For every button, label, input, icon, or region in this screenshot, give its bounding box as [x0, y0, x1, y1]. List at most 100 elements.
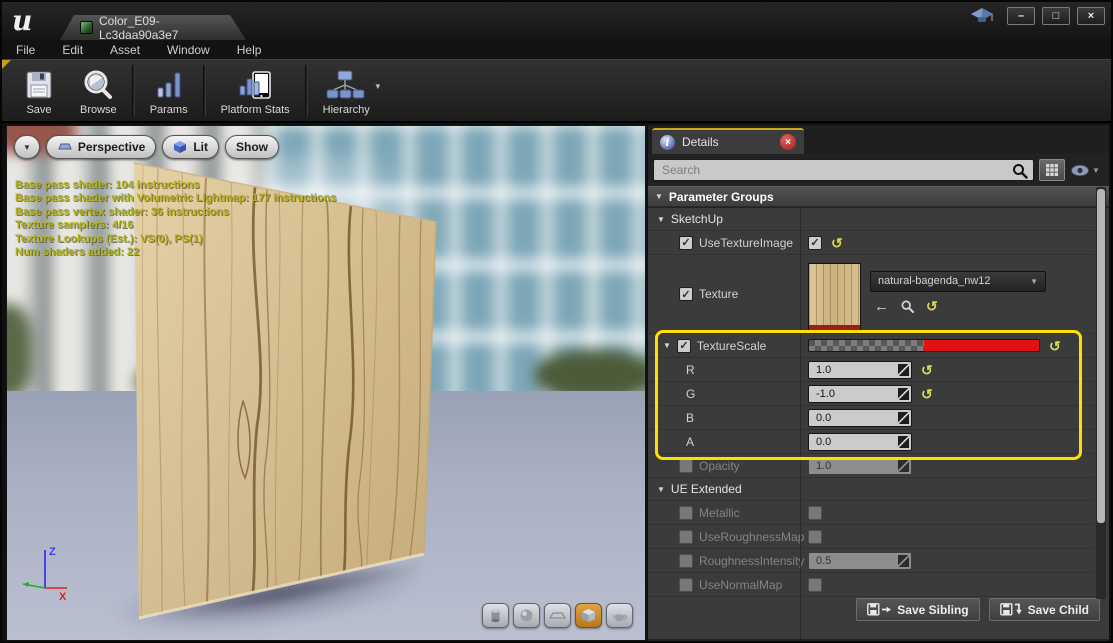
param-enable-checkbox[interactable] [679, 554, 693, 568]
param-label: UseNormalMap [699, 578, 782, 592]
value-checkbox[interactable]: ✓ [808, 236, 822, 250]
param-label: TextureScale [697, 339, 766, 353]
title-bar: u Color_E09-Lc3daa90a3e7 × – □ × [2, 2, 1111, 40]
display-filter-button[interactable] [1039, 159, 1065, 181]
expander-icon[interactable]: ▼ [663, 341, 671, 350]
menu-window[interactable]: Window [167, 43, 210, 57]
row-texture: ✓ Texture natural-bagenda_nw12 ▼ ← [648, 255, 1095, 334]
search-input[interactable] [654, 160, 1033, 180]
params-button[interactable]: Params [138, 60, 200, 121]
platform-stats-button[interactable]: Platform Stats [209, 60, 302, 121]
a-value-input[interactable]: 0.0 [808, 433, 912, 451]
viewport-options-button[interactable]: ▼ [14, 135, 40, 159]
tab-title: Color_E09-Lc3daa90a3e7 [99, 14, 227, 42]
reset-to-default-icon[interactable]: ↺ [831, 236, 843, 250]
details-tab[interactable]: i Details × [652, 128, 804, 154]
hierarchy-button[interactable]: Hierarchy ▼ [311, 60, 382, 121]
chevron-down-icon: ▼ [1092, 166, 1100, 175]
menu-file[interactable]: File [16, 43, 35, 57]
toolbar: Save Browse Params [2, 59, 1111, 123]
value-drag-icon [898, 555, 909, 567]
param-enable-checkbox[interactable]: ✓ [677, 339, 691, 353]
param-enable-checkbox[interactable]: ✓ [679, 236, 693, 250]
view-options-button[interactable]: ▼ [1070, 164, 1104, 177]
menu-edit[interactable]: Edit [62, 43, 83, 57]
shape-plane-button[interactable] [544, 603, 571, 628]
column-divider[interactable] [800, 208, 801, 639]
reset-to-default-icon[interactable]: ↺ [926, 299, 938, 313]
viewport-toolbar: ▼ Perspective Lit Show [14, 135, 279, 159]
grid-icon [1045, 163, 1059, 177]
save-child-label: Save Child [1028, 603, 1089, 617]
value-drag-icon[interactable] [898, 412, 909, 424]
menu-asset[interactable]: Asset [110, 43, 140, 57]
save-sibling-icon [867, 603, 891, 616]
browse-button[interactable]: Browse [68, 60, 129, 121]
maximize-button[interactable]: □ [1042, 7, 1070, 25]
value-drag-icon[interactable] [898, 364, 909, 376]
details-scrollbar[interactable] [1096, 187, 1106, 599]
lit-label: Lit [193, 140, 208, 154]
value-drag-icon[interactable] [898, 388, 909, 400]
row-roughness-intensity: RoughnessIntensity 0.5 [648, 549, 1095, 573]
group-row-ue-extended[interactable]: ▼ UE Extended [648, 478, 1095, 501]
b-value-input[interactable]: 0.0 [808, 409, 912, 427]
stats-line: Texture Lookups (Est.): VS(0), PS(1) [15, 233, 336, 246]
unreal-material-instance-editor: u Color_E09-Lc3daa90a3e7 × – □ × File Ed… [0, 0, 1113, 643]
perspective-button[interactable]: Perspective [46, 135, 156, 159]
material-asset-icon [80, 21, 93, 34]
param-enable-checkbox[interactable] [679, 459, 693, 473]
param-label: Metallic [699, 506, 740, 520]
asset-tab[interactable]: Color_E09-Lc3daa90a3e7 × [60, 15, 246, 40]
save-sibling-button[interactable]: Save Sibling [856, 598, 979, 621]
reset-to-default-icon[interactable]: ↺ [921, 387, 933, 401]
roughness-intensity-input[interactable]: 0.5 [808, 552, 912, 570]
tab-close-icon[interactable]: × [239, 21, 246, 35]
row-use-roughness-map: UseRoughnessMap [648, 525, 1095, 549]
preview-shape-buttons [482, 603, 633, 628]
shape-cylinder-button[interactable] [482, 603, 509, 628]
parameter-groups-header[interactable]: ▼ Parameter Groups [648, 186, 1109, 207]
shape-teapot-button[interactable] [606, 603, 633, 628]
channel-label: G [648, 387, 695, 401]
details-tab-close-icon[interactable]: × [780, 134, 796, 150]
value-checkbox[interactable] [808, 506, 822, 520]
browse-to-asset-icon[interactable] [901, 300, 914, 313]
row-texture-scale: ▼ ✓ TextureScale ↺ [648, 334, 1095, 358]
reset-to-default-icon[interactable]: ↺ [1049, 339, 1061, 353]
perspective-icon [57, 142, 72, 152]
value-checkbox[interactable] [808, 578, 822, 592]
hierarchy-dropdown-icon[interactable]: ▼ [374, 82, 382, 91]
r-value-input[interactable]: 1.0 [808, 361, 912, 379]
scrollbar-thumb[interactable] [1097, 189, 1105, 523]
texture-asset-dropdown[interactable]: natural-bagenda_nw12 ▼ [870, 271, 1046, 292]
save-button[interactable]: Save [10, 60, 68, 121]
vector-color-bar[interactable] [808, 339, 1040, 352]
tutorial-cap-icon[interactable] [970, 7, 994, 25]
shape-sphere-button[interactable] [513, 603, 540, 628]
params-label: Params [150, 104, 188, 116]
axis-x-label: X [59, 591, 67, 603]
lit-mode-button[interactable]: Lit [162, 135, 219, 159]
opacity-value-input[interactable]: 1.0 [808, 457, 912, 475]
material-preview-viewport[interactable]: ▼ Perspective Lit Show Ba [6, 125, 646, 641]
param-enable-checkbox[interactable]: ✓ [679, 287, 693, 301]
group-row-sketchup[interactable]: ▼ SketchUp [648, 208, 1095, 231]
save-child-button[interactable]: Save Child [989, 598, 1100, 621]
shape-cube-button[interactable] [575, 603, 602, 628]
value-drag-icon [898, 460, 909, 472]
param-enable-checkbox[interactable] [679, 506, 693, 520]
value-drag-icon[interactable] [898, 436, 909, 448]
minimize-button[interactable]: – [1007, 7, 1035, 25]
reset-to-default-icon[interactable]: ↺ [921, 363, 933, 377]
details-footer: Save Sibling Save Child [856, 598, 1100, 621]
close-button[interactable]: × [1077, 7, 1105, 25]
show-menu-button[interactable]: Show [225, 135, 279, 159]
g-value-input[interactable]: -1.0 [808, 385, 912, 403]
param-enable-checkbox[interactable] [679, 578, 693, 592]
use-selected-asset-icon[interactable]: ← [874, 299, 889, 314]
menu-help[interactable]: Help [237, 43, 262, 57]
param-enable-checkbox[interactable] [679, 530, 693, 544]
value-checkbox[interactable] [808, 530, 822, 544]
texture-thumbnail[interactable] [808, 263, 861, 331]
